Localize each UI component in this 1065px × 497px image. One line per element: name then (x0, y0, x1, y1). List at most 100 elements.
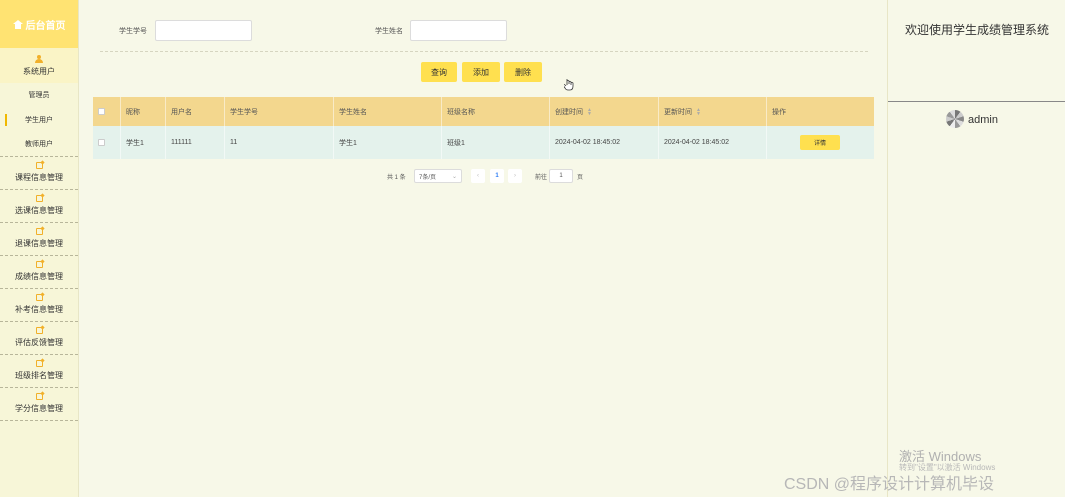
col-class-name: 班级名称 (441, 97, 550, 126)
cell-text: 111111 (171, 139, 192, 146)
student-table: 昵称 用户名 学生学号 学生姓名 班级名称 创建时间 ▲ ▼ 更新时间 ▲ ▼ 操作 学… (93, 97, 874, 159)
cell-updated-time: 2024-04-02 18:45:02 (658, 126, 766, 159)
cell-text: 2024-04-02 18:45:02 (555, 139, 620, 146)
sidebar-item-admin[interactable]: 管理员 (0, 83, 78, 108)
document-icon (35, 162, 43, 169)
document-icon (35, 228, 43, 235)
menu-system-user-label: 系统用户 (23, 66, 55, 76)
delete-button[interactable]: 删除 (504, 62, 542, 82)
document-icon (35, 327, 43, 334)
welcome-text: 欢迎使用学生成绩管理系统 (904, 23, 1049, 37)
menu-label: 补考信息管理 (15, 305, 63, 314)
cell-nickname: 学生1 (120, 126, 165, 159)
sort-icon[interactable]: ▲ ▼ (696, 107, 701, 116)
divider (100, 51, 868, 52)
csdn-watermark: CSDN @程序设计计算机毕设 (784, 476, 995, 493)
home-link[interactable]: 后台首页 (0, 0, 78, 48)
menu-grade-info[interactable]: 成绩信息管理 (0, 256, 78, 289)
table-row: 学生1 111111 11 学生1 班级1 2024-04-02 18:45:0… (93, 126, 874, 159)
student-no-label: 学生学号 (119, 28, 147, 35)
next-page-button[interactable]: › (508, 169, 522, 183)
page-number-button[interactable]: 1 (490, 169, 504, 183)
student-no-input[interactable] (155, 20, 252, 41)
menu-label: 评估反馈管理 (15, 338, 63, 347)
sort-icon[interactable]: ▲ ▼ (587, 107, 592, 116)
detail-button[interactable]: 详情 (800, 135, 840, 150)
row-select-cell (93, 126, 120, 159)
column-header: 用户名 (171, 108, 192, 116)
cell-class-name: 班级1 (441, 126, 550, 159)
home-label: 后台首页 (25, 20, 66, 32)
divider (888, 101, 1065, 102)
home-icon (12, 19, 23, 29)
menu-course-info[interactable]: 课程信息管理 (0, 157, 78, 190)
cell-text: 学生1 (126, 139, 144, 147)
page-size-value: 7条/页 (419, 174, 437, 181)
total-count: 共 1 条 (387, 174, 406, 181)
cell-student-no: 11 (224, 126, 333, 159)
column-header: 昵称 (126, 108, 140, 116)
page-size-select[interactable]: 7条/页 ⌄ (414, 169, 462, 183)
menu-credit-info[interactable]: 学分信息管理 (0, 388, 78, 421)
prev-page-button[interactable]: ‹ (471, 169, 485, 183)
select-all-checkbox[interactable] (98, 108, 105, 115)
menu-label: 学分信息管理 (15, 404, 63, 413)
col-updated-time[interactable]: 更新时间 ▲ ▼ (658, 97, 766, 126)
sidebar-item-label: 学生用户 (25, 116, 53, 124)
main-content: 学生学号 学生姓名 查询 添加 删除 昵称 用户名 学生学号 学生姓名 班级名称… (80, 0, 887, 497)
hand-cursor-icon (564, 79, 574, 91)
goto-page-input[interactable]: 1 (549, 169, 573, 183)
col-student-no: 学生学号 (224, 97, 333, 126)
column-header: 更新时间 (664, 108, 692, 116)
column-header: 创建时间 (555, 108, 583, 116)
menu-class-ranking[interactable]: 班级排名管理 (0, 355, 78, 388)
col-created-time[interactable]: 创建时间 ▲ ▼ (549, 97, 658, 126)
search-form: 学生学号 学生姓名 (80, 20, 887, 42)
query-button[interactable]: 查询 (421, 62, 457, 82)
col-username: 用户名 (165, 97, 225, 126)
cell-actions: 详情 (766, 126, 874, 159)
col-nickname: 昵称 (120, 97, 165, 126)
column-header: 学生学号 (230, 108, 258, 116)
pagination: 共 1 条 7条/页 ⌄ ‹ 1 › 前往 1 页 (80, 169, 887, 183)
menu-label: 课程信息管理 (15, 173, 63, 182)
cell-created-time: 2024-04-02 18:45:02 (549, 126, 658, 159)
column-header: 班级名称 (447, 108, 475, 116)
menu-label: 退课信息管理 (15, 239, 63, 248)
sidebar-item-label: 管理员 (28, 92, 50, 100)
sidebar-item-student-user[interactable]: 学生用户 (0, 108, 78, 133)
document-icon (35, 393, 43, 400)
menu-course-drop[interactable]: 退课信息管理 (0, 223, 78, 256)
avatar[interactable] (946, 110, 964, 128)
right-panel: 欢迎使用学生成绩管理系统 admin (887, 0, 1065, 497)
student-name-input[interactable] (410, 20, 507, 41)
document-icon (35, 294, 43, 301)
column-header: 操作 (772, 108, 786, 116)
student-name-label: 学生姓名 (375, 28, 403, 35)
menu-system-user[interactable]: 系统用户 (0, 48, 78, 83)
row-checkbox[interactable] (98, 139, 105, 146)
sidebar: 后台首页 系统用户 管理员 学生用户 教师用户 课程信息管理 选课信息管理 退课… (0, 0, 79, 497)
menu-makeup-exam[interactable]: 补考信息管理 (0, 289, 78, 322)
cell-text: 班级1 (447, 139, 465, 147)
sidebar-item-label: 教师用户 (25, 140, 53, 148)
menu-course-selection[interactable]: 选课信息管理 (0, 190, 78, 223)
column-header: 学生姓名 (339, 108, 367, 116)
menu-label: 班级排名管理 (15, 371, 63, 380)
chevron-down-icon: ⌄ (451, 173, 457, 180)
cell-student-name: 学生1 (333, 126, 441, 159)
document-icon (35, 195, 43, 202)
goto-label: 前往 (535, 174, 548, 181)
menu-evaluation-feedback[interactable]: 评估反馈管理 (0, 322, 78, 355)
cell-username: 111111 (165, 126, 225, 159)
menu-label: 选课信息管理 (15, 206, 63, 215)
cell-text: 学生1 (339, 139, 357, 147)
page-suffix: 页 (577, 174, 584, 181)
cell-text: 2024-04-02 18:45:02 (664, 139, 729, 146)
username-label[interactable]: admin (968, 114, 998, 126)
add-button[interactable]: 添加 (462, 62, 500, 82)
select-all-cell (93, 97, 120, 126)
document-icon (35, 360, 43, 367)
sidebar-item-teacher-user[interactable]: 教师用户 (0, 132, 78, 157)
col-student-name: 学生姓名 (333, 97, 441, 126)
